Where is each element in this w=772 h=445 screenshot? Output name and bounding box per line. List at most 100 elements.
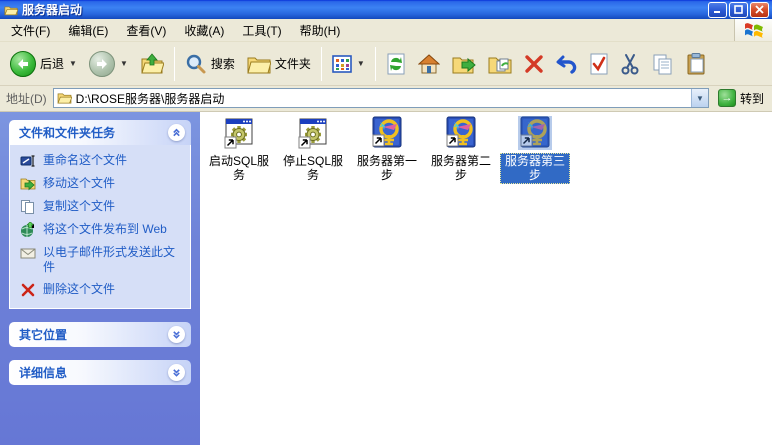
- search-label: 搜索: [211, 55, 235, 72]
- rose-server-shortcut-icon: [370, 116, 404, 150]
- maximize-button[interactable]: [729, 2, 748, 18]
- address-bar: 地址(D) D:\ROSE服务器\服务器启动 ▼ → 转到: [0, 86, 772, 112]
- file-stop-sql-service[interactable]: 停止SQL服务: [277, 116, 349, 184]
- chevron-down-icon[interactable]: [168, 364, 185, 381]
- move-to-button[interactable]: [446, 46, 482, 82]
- panel-other-places-header[interactable]: 其它位置: [9, 322, 191, 347]
- folder-open-icon: [4, 4, 18, 16]
- copy-icon: [20, 199, 36, 215]
- file-label: 启动SQL服务: [204, 153, 274, 184]
- folders-icon: [247, 54, 271, 74]
- folder-icon: [57, 92, 72, 104]
- views-dropdown-icon: ▼: [357, 59, 365, 68]
- explorer-window: 服务器启动 文件(F) 编辑(E) 查看(V) 收藏(A) 工具(T) 帮助(H…: [0, 0, 772, 445]
- toolbar: 后退 ▼ ▼ 搜索: [0, 42, 772, 86]
- delete-icon: [20, 282, 36, 298]
- undo-button[interactable]: [550, 46, 584, 82]
- forward-icon: [89, 51, 115, 77]
- panel-details-header[interactable]: 详细信息: [9, 360, 191, 385]
- views-button[interactable]: ▼: [326, 46, 371, 82]
- folders-label: 文件夹: [275, 55, 311, 72]
- address-input[interactable]: D:\ROSE服务器\服务器启动 ▼: [53, 88, 709, 108]
- file-label: 服务器第一步: [352, 153, 422, 184]
- paste-button[interactable]: [680, 46, 712, 82]
- up-folder-icon: [140, 53, 164, 75]
- panel-file-tasks-header[interactable]: 文件和文件夹任务: [9, 120, 191, 145]
- refresh-button[interactable]: [380, 46, 412, 82]
- file-start-sql-service[interactable]: 启动SQL服务: [203, 116, 275, 184]
- file-label: 服务器第三步: [500, 153, 570, 184]
- minimize-button[interactable]: [708, 2, 727, 18]
- copy-pages-icon: [652, 53, 674, 75]
- move-to-folder-icon: [452, 54, 476, 74]
- delete-button[interactable]: [518, 46, 550, 82]
- address-dropdown-icon[interactable]: ▼: [691, 89, 708, 107]
- file-label: 停止SQL服务: [278, 153, 348, 184]
- publish-web-icon: [20, 222, 36, 238]
- properties-button[interactable]: [584, 46, 614, 82]
- copy-to-folder-icon: [488, 54, 512, 74]
- up-button[interactable]: [134, 46, 170, 82]
- panel-details: 详细信息: [9, 360, 191, 385]
- toolbar-separator: [321, 47, 322, 81]
- menu-edit[interactable]: 编辑(E): [59, 19, 117, 41]
- task-delete-file[interactable]: 删除这个文件: [20, 282, 184, 298]
- views-icon: [332, 55, 352, 73]
- task-move-file[interactable]: 移动这个文件: [20, 176, 184, 192]
- windows-logo-icon: [734, 19, 772, 41]
- file-server-step-1[interactable]: 服务器第一步: [351, 116, 423, 184]
- checked-document-icon: [590, 53, 608, 75]
- task-copy-file[interactable]: 复制这个文件: [20, 199, 184, 215]
- chevron-up-icon[interactable]: [168, 124, 185, 141]
- chevron-down-icon[interactable]: [168, 326, 185, 343]
- email-icon: [20, 245, 36, 261]
- copy-to-button[interactable]: [482, 46, 518, 82]
- panel-other-places: 其它位置: [9, 322, 191, 347]
- home-button[interactable]: [412, 46, 446, 82]
- cut-button[interactable]: [614, 46, 646, 82]
- window-title: 服务器启动: [22, 1, 708, 18]
- go-button[interactable]: → 转到: [715, 87, 770, 109]
- menu-help[interactable]: 帮助(H): [291, 19, 350, 41]
- task-pane-sidebar: 文件和文件夹任务 重命名这个文件: [0, 112, 200, 445]
- search-icon: [185, 53, 207, 75]
- back-button[interactable]: 后退 ▼: [4, 46, 83, 82]
- title-bar: 服务器启动: [0, 0, 772, 19]
- delete-icon: [524, 54, 544, 74]
- file-server-step-3[interactable]: 服务器第三步: [499, 116, 571, 184]
- task-rename-file[interactable]: 重命名这个文件: [20, 153, 184, 169]
- back-dropdown-icon: ▼: [69, 59, 77, 68]
- forward-dropdown-icon: ▼: [120, 59, 128, 68]
- file-server-step-2[interactable]: 服务器第二步: [425, 116, 497, 184]
- copy-button[interactable]: [646, 46, 680, 82]
- menu-bar: 文件(F) 编辑(E) 查看(V) 收藏(A) 工具(T) 帮助(H): [0, 19, 772, 42]
- file-label: 服务器第二步: [426, 153, 496, 184]
- search-button[interactable]: 搜索: [179, 46, 241, 82]
- rose-server-shortcut-icon: [518, 116, 552, 150]
- task-publish-file-web[interactable]: 将这个文件发布到 Web: [20, 222, 184, 238]
- file-list-area[interactable]: 启动SQL服务 停止SQL服务: [200, 112, 772, 445]
- go-label: 转到: [740, 90, 764, 107]
- menu-tools[interactable]: 工具(T): [233, 19, 290, 41]
- sql-service-shortcut-icon: [222, 116, 256, 150]
- address-path: D:\ROSE服务器\服务器启动: [76, 90, 691, 107]
- menu-favorites[interactable]: 收藏(A): [175, 19, 233, 41]
- task-email-file[interactable]: 以电子邮件形式发送此文件: [20, 245, 184, 275]
- menu-file[interactable]: 文件(F): [2, 19, 59, 41]
- panel-file-tasks: 文件和文件夹任务 重命名这个文件: [9, 120, 191, 309]
- rose-server-shortcut-icon: [444, 116, 478, 150]
- go-arrow-icon: →: [718, 89, 736, 107]
- panel-title: 详细信息: [19, 364, 67, 381]
- toolbar-separator: [174, 47, 175, 81]
- menu-view[interactable]: 查看(V): [117, 19, 175, 41]
- rename-icon: [20, 153, 36, 169]
- refresh-icon: [386, 53, 406, 75]
- forward-button[interactable]: ▼: [83, 46, 134, 82]
- toolbar-separator: [375, 47, 376, 81]
- close-button[interactable]: [750, 2, 769, 18]
- home-icon: [418, 54, 440, 74]
- folders-button[interactable]: 文件夹: [241, 46, 317, 82]
- move-icon: [20, 176, 36, 192]
- cut-scissors-icon: [620, 53, 640, 75]
- panel-title: 其它位置: [19, 326, 67, 343]
